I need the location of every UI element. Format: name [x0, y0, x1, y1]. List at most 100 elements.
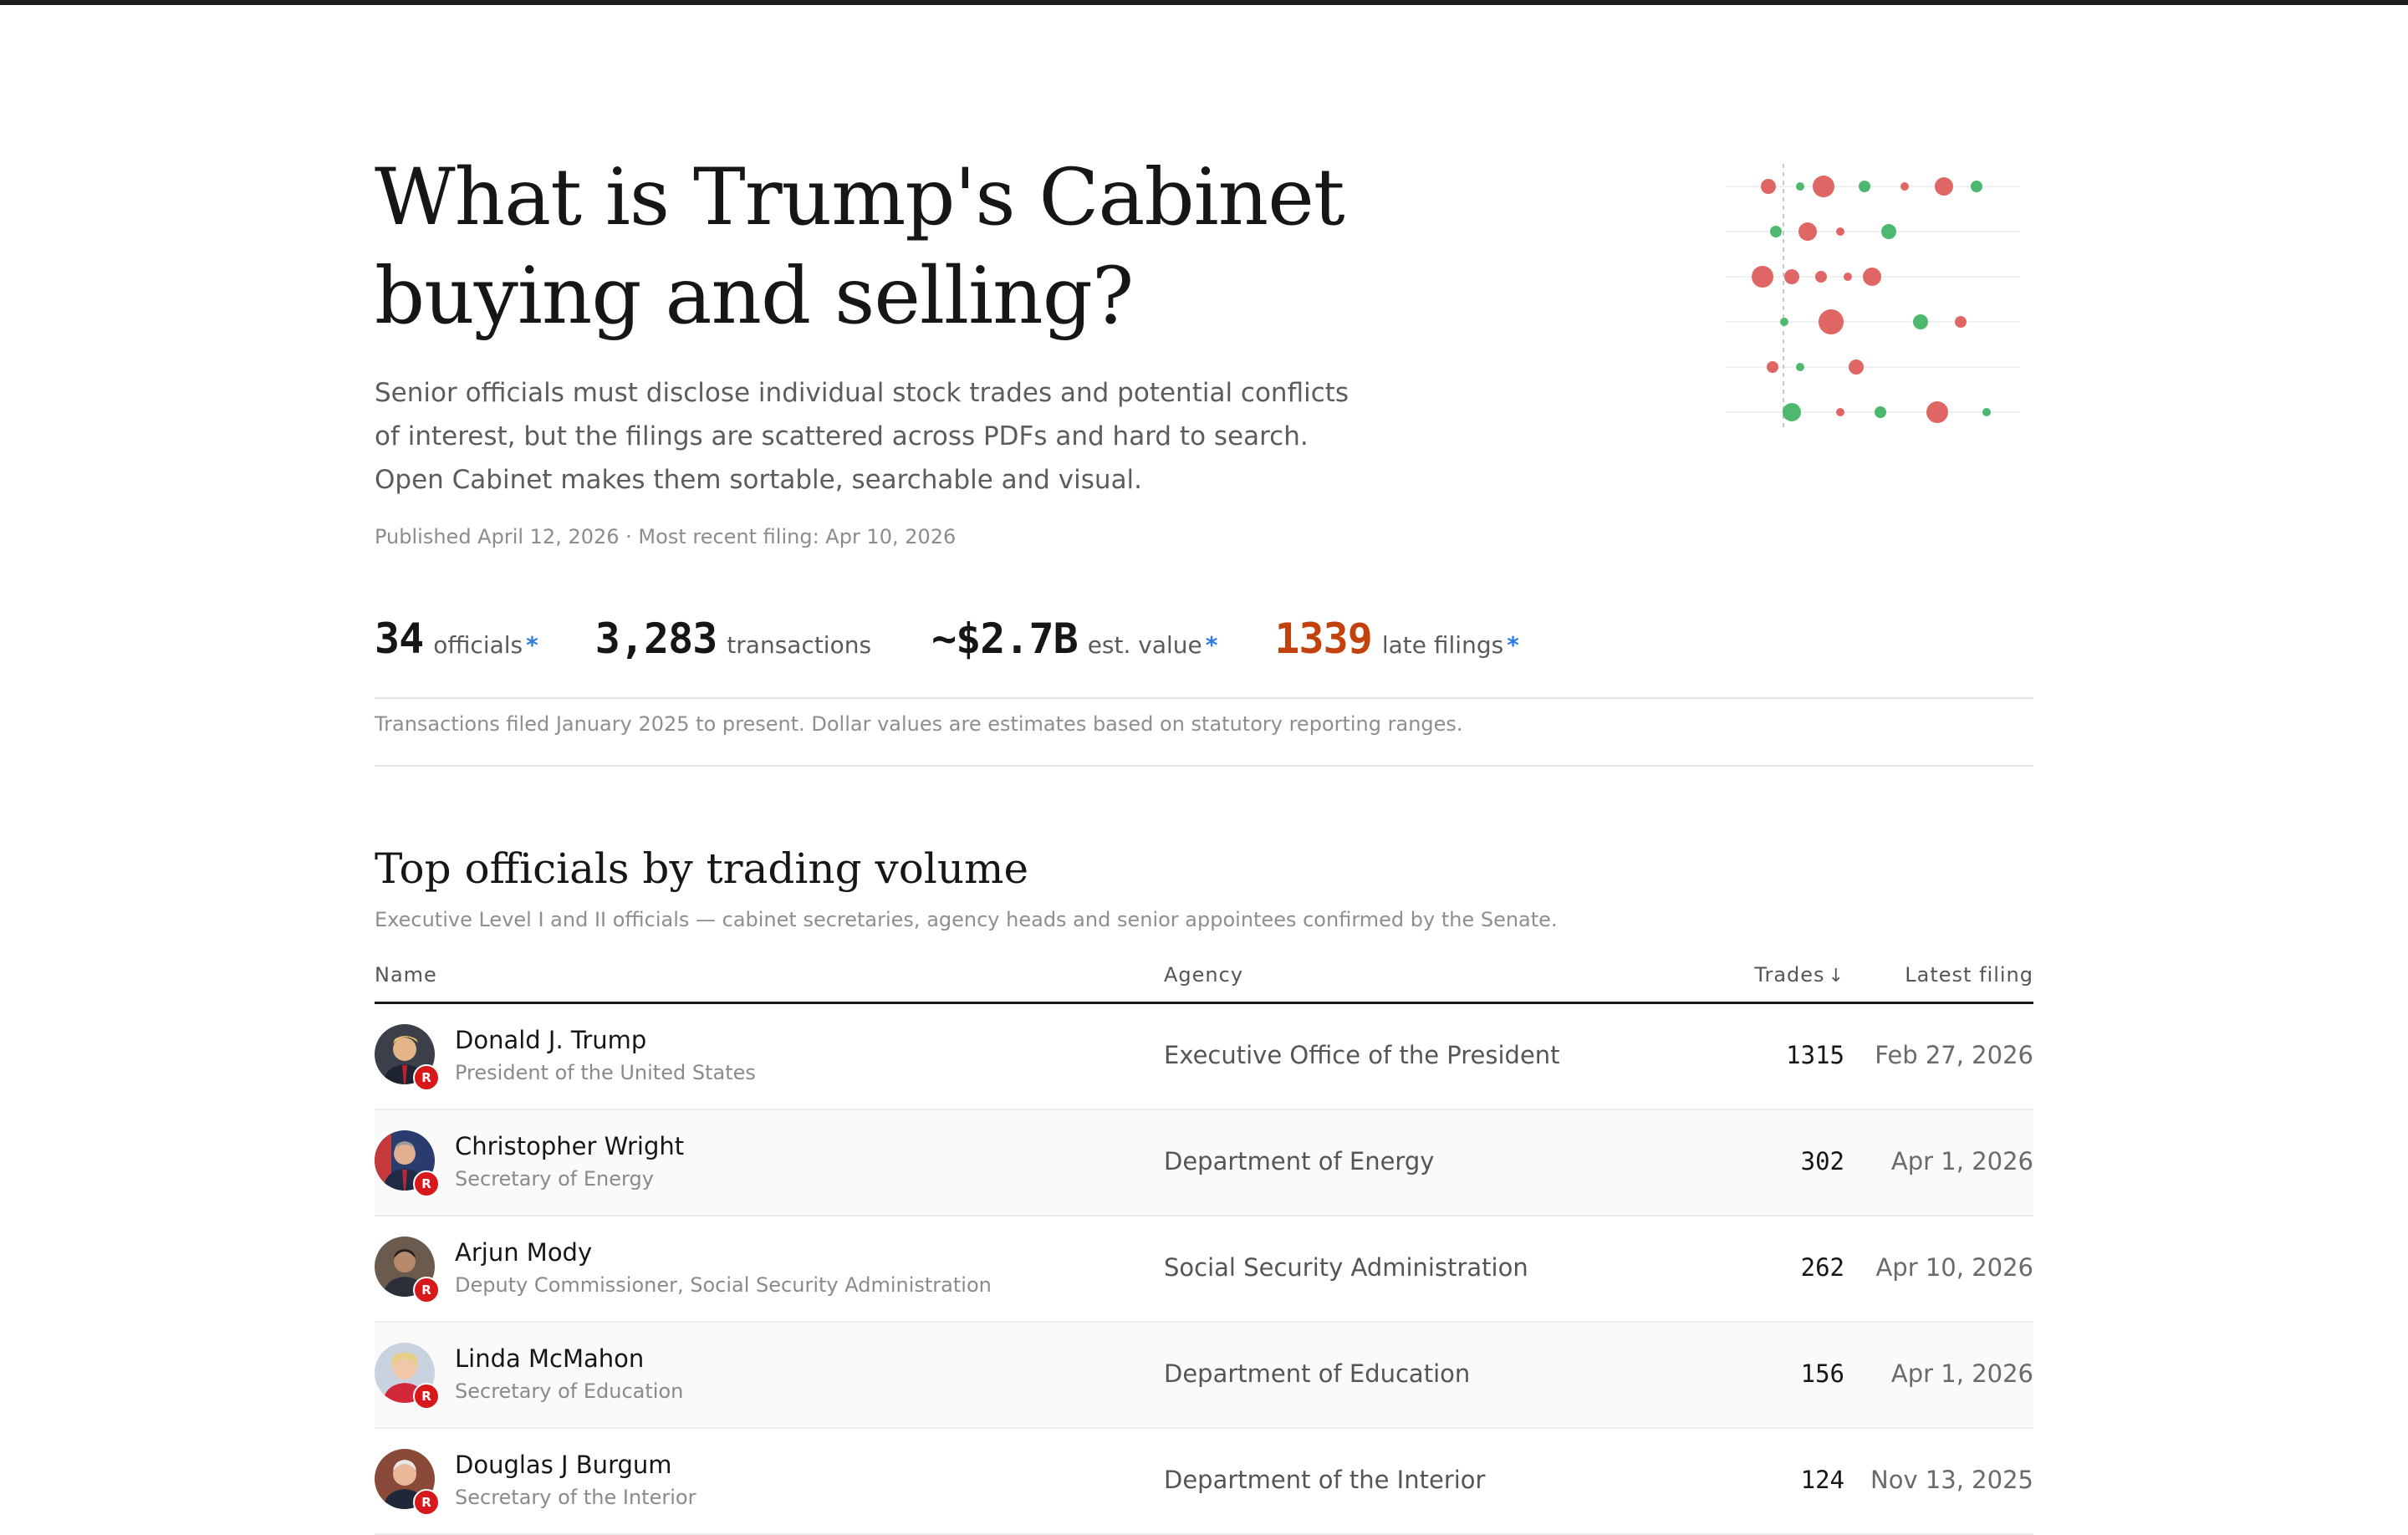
illustration-gridlines	[1726, 186, 2020, 413]
column-header-name[interactable]: Name	[375, 963, 437, 987]
column-header-latest-filing[interactable]: Latest filing	[1905, 963, 2033, 987]
stat-footnote-link[interactable]: *	[1206, 631, 1218, 659]
official-name[interactable]: Linda McMahon	[455, 1344, 644, 1373]
sell-dot	[1819, 309, 1844, 334]
title-line-2: buying and selling?	[375, 251, 1134, 342]
sell-dot	[1935, 177, 1953, 196]
sell-dot	[1836, 227, 1844, 236]
trade-count: 156	[1800, 1359, 1844, 1388]
trade-count: 124	[1800, 1466, 1844, 1494]
stat-transactions: 3,283 transactions	[595, 615, 875, 663]
page-title: What is Trump's Cabinet buying and selli…	[375, 149, 1462, 346]
official-agency: Department of Energy	[1164, 1147, 1435, 1175]
buy-dot	[1780, 318, 1788, 326]
column-header-trades-label: Trades	[1754, 963, 1825, 987]
trade-count: 1315	[1786, 1041, 1844, 1069]
sell-dot	[1813, 176, 1834, 197]
stats-footnote: Transactions filed January 2025 to prese…	[375, 712, 1463, 736]
stat-label: late filings	[1381, 631, 1504, 659]
sort-desc-icon: ↓	[1828, 966, 1844, 987]
sell-dot	[1900, 182, 1909, 191]
stat-value: 1339	[1274, 615, 1372, 663]
buy-dot	[1881, 224, 1896, 239]
sell-dot	[1784, 269, 1799, 284]
latest-filing-date: Nov 13, 2025	[1870, 1466, 2033, 1494]
party-badge: R	[413, 1277, 440, 1303]
table-row[interactable]: R Donald J. Trump President of the Unite…	[375, 1004, 2033, 1110]
official-agency: Executive Office of the President	[1164, 1041, 1560, 1069]
official-name[interactable]: Christopher Wright	[455, 1132, 684, 1160]
trade-count: 302	[1800, 1147, 1844, 1175]
stat-label: est. value	[1087, 631, 1202, 659]
stat-footnote-link[interactable]: *	[1507, 631, 1519, 659]
official-role: President of the United States	[455, 1061, 756, 1084]
latest-filing-date: Apr 1, 2026	[1890, 1147, 2033, 1175]
party-badge: R	[413, 1064, 440, 1091]
official-agency: Department of Education	[1164, 1359, 1471, 1388]
buy-dot	[1859, 181, 1870, 192]
official-role: Secretary of Energy	[455, 1167, 654, 1191]
title-line-1: What is Trump's Cabinet	[375, 152, 1345, 243]
sell-dot	[1752, 266, 1773, 288]
party-badge: R	[413, 1170, 440, 1197]
stat-label: officials	[433, 631, 523, 659]
trade-count: 262	[1800, 1253, 1844, 1282]
sell-dot	[1926, 401, 1948, 423]
latest-filing-date: Apr 10, 2026	[1875, 1253, 2033, 1282]
intro-paragraph: Senior officials must disclose individua…	[375, 378, 1349, 495]
divider	[375, 765, 2033, 767]
summary-stats: 34 officials * 3,283 transactions ~$2.7B…	[375, 615, 1576, 673]
officials-table: R Donald J. Trump President of the Unite…	[375, 1004, 2033, 1535]
section-title: Top officials by trading volume	[375, 844, 1029, 893]
stat-value: ~$2.7B	[931, 615, 1079, 663]
avatar: R	[375, 1237, 440, 1303]
avatar: R	[375, 1130, 440, 1197]
avatar: R	[375, 1343, 440, 1410]
sell-dot	[1767, 361, 1778, 373]
stat-late-filings: 1339 late filings *	[1274, 615, 1518, 663]
official-agency: Social Security Administration	[1164, 1253, 1528, 1282]
sell-dot	[1863, 268, 1881, 286]
buy-dot	[1796, 182, 1804, 191]
official-name[interactable]: Donald J. Trump	[455, 1026, 646, 1054]
page: What is Trump's Cabinet buying and selli…	[0, 0, 2408, 1535]
stat-label: transactions	[727, 631, 872, 659]
table-header: Name Agency Trades ↓ Latest filing	[375, 958, 2033, 1004]
divider	[375, 697, 2033, 699]
buy-dot	[1770, 226, 1782, 237]
official-role: Deputy Commissioner, Social Security Adm…	[455, 1273, 992, 1297]
sell-dot	[1836, 408, 1844, 416]
stat-footnote-link[interactable]: *	[526, 631, 538, 659]
illustration-dots	[1752, 176, 1991, 423]
latest-filing-date: Feb 27, 2026	[1875, 1041, 2033, 1069]
hero-dot-illustration	[1726, 164, 2020, 430]
official-name[interactable]: Arjun Mody	[455, 1238, 592, 1267]
sell-dot	[1798, 222, 1817, 241]
section-subtitle: Executive Level I and II officials — cab…	[375, 908, 1558, 931]
stat-value: 3,283	[594, 615, 718, 663]
sell-dot	[1761, 179, 1776, 194]
stat-value: 34	[375, 615, 424, 663]
buy-dot	[1875, 406, 1886, 418]
sell-dot	[1849, 360, 1864, 375]
buy-dot	[1796, 363, 1804, 371]
publication-line: Published April 12, 2026 · Most recent f…	[375, 525, 957, 548]
stat-officials: 34 officials *	[375, 615, 538, 663]
column-header-trades[interactable]: Trades ↓	[1754, 963, 1844, 987]
table-row[interactable]: R Christopher Wright Secretary of Energy…	[375, 1110, 2033, 1216]
sell-dot	[1844, 273, 1852, 281]
table-row[interactable]: R Douglas J Burgum Secretary of the Inte…	[375, 1429, 2033, 1535]
official-name[interactable]: Douglas J Burgum	[455, 1451, 672, 1479]
buy-dot	[1971, 181, 1982, 192]
party-badge: R	[413, 1383, 440, 1410]
buy-dot	[1982, 408, 1991, 416]
column-header-agency[interactable]: Agency	[1164, 963, 1243, 987]
table-row[interactable]: R Arjun Mody Deputy Commissioner, Social…	[375, 1216, 2033, 1323]
avatar: R	[375, 1449, 440, 1516]
sell-dot	[1815, 271, 1827, 283]
latest-filing-date: Apr 1, 2026	[1890, 1359, 2033, 1388]
sell-dot	[1955, 316, 1967, 328]
party-badge: R	[413, 1489, 440, 1516]
table-row[interactable]: R Linda McMahon Secretary of Education D…	[375, 1323, 2033, 1429]
avatar: R	[375, 1024, 440, 1091]
